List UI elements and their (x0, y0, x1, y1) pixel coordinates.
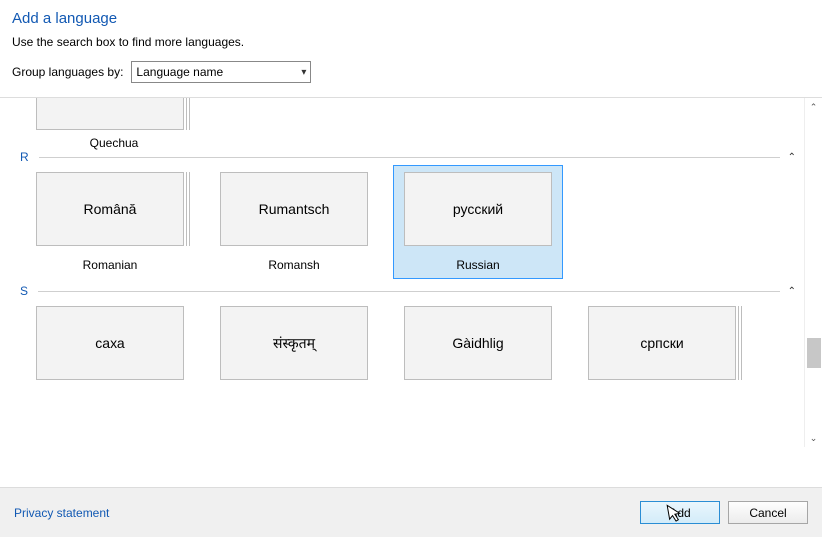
tile-row-r: Română Romanian Rumantsch Romansh русски… (20, 172, 804, 272)
tile-row-s: саха संस्कृतम् Gàidhlig српски (20, 306, 804, 380)
dialog-header: Add a language Use the search box to fin… (0, 0, 822, 83)
section-letter: S (20, 284, 38, 298)
scroll-down-icon[interactable]: ⌄ (805, 429, 822, 447)
language-caption: Russian (456, 258, 499, 272)
section-letter: R (20, 150, 39, 164)
group-by-value: Language name (136, 65, 223, 79)
scroll-up-icon[interactable]: ⌃ (805, 98, 822, 116)
language-tile-quechua[interactable] (36, 98, 184, 130)
dialog-footer: Privacy statement Add Cancel (0, 487, 822, 537)
tile-face: Rumantsch (220, 172, 368, 246)
language-list-area: Quechua R ⌃ Română Romanian Rumantsch Ro… (0, 97, 822, 447)
section-divider (39, 157, 780, 158)
cancel-button[interactable]: Cancel (728, 501, 808, 524)
language-list-scroll: Quechua R ⌃ Română Romanian Rumantsch Ro… (0, 98, 804, 447)
tile-face: русский (404, 172, 552, 246)
language-tile-scottish-gaelic[interactable]: Gàidhlig (404, 306, 552, 380)
group-by-select[interactable]: Language name ▾ (131, 61, 311, 83)
language-caption: Romanian (83, 258, 138, 272)
language-tile-russian[interactable]: русский Russian (393, 165, 563, 279)
tile-face: саха (36, 306, 184, 380)
language-caption: Romansh (268, 258, 319, 272)
scroll-thumb[interactable] (807, 338, 821, 368)
tile-face: संस्कृतम् (220, 306, 368, 380)
collapse-icon[interactable]: ⌃ (780, 152, 804, 163)
privacy-link[interactable]: Privacy statement (14, 506, 109, 520)
language-tile-sakha[interactable]: саха (36, 306, 184, 380)
language-tile-serbian[interactable]: српски (588, 306, 736, 380)
vertical-scrollbar[interactable]: ⌃ ⌄ (804, 98, 822, 447)
tile-face: Gàidhlig (404, 306, 552, 380)
section-divider (38, 291, 780, 292)
page-subtitle: Use the search box to find more language… (12, 35, 810, 49)
tile-face: српски (588, 306, 736, 380)
group-by-row: Group languages by: Language name ▾ (12, 61, 810, 83)
language-tile-romansh[interactable]: Rumantsch Romansh (220, 172, 368, 272)
section-header-r: R ⌃ (20, 150, 804, 164)
add-button[interactable]: Add (640, 501, 720, 524)
group-by-label: Group languages by: (12, 65, 123, 79)
chevron-down-icon: ▾ (301, 67, 306, 78)
collapse-icon[interactable]: ⌃ (780, 286, 804, 297)
tile-face: Română (36, 172, 184, 246)
language-tile-romanian[interactable]: Română Romanian (36, 172, 184, 272)
section-header-s: S ⌃ (20, 284, 804, 298)
language-tile-sanskrit[interactable]: संस्कृतम् (220, 306, 368, 380)
partial-row-quechua: Quechua (20, 98, 804, 138)
page-title: Add a language (12, 10, 810, 27)
